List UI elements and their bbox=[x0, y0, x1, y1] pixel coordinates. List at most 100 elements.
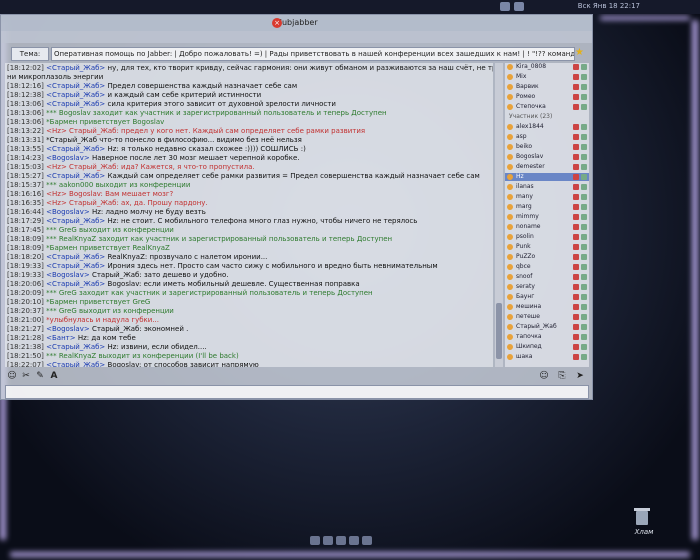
dock-icon[interactable] bbox=[362, 536, 372, 545]
roster-item[interactable]: beiko bbox=[505, 143, 589, 151]
nickname[interactable]: *** bbox=[46, 352, 59, 360]
user-avatar-icon bbox=[507, 144, 513, 150]
roster-item[interactable]: PuZZo bbox=[505, 253, 589, 261]
roster-item[interactable]: шака bbox=[505, 353, 589, 361]
timestamp: [18:21:00] bbox=[7, 316, 47, 324]
client-icon bbox=[581, 84, 587, 90]
applet-icon[interactable] bbox=[500, 2, 510, 11]
nickname[interactable]: <Hz> bbox=[46, 127, 69, 135]
nickname[interactable]: <Старый_Жаб> bbox=[46, 91, 107, 99]
roster-item[interactable]: петеше bbox=[505, 313, 589, 321]
roster-item[interactable]: asp bbox=[505, 133, 589, 141]
nickname[interactable]: <Старый_Жаб> bbox=[46, 82, 107, 90]
timestamp: [18:17:45] bbox=[7, 226, 47, 234]
clock[interactable]: Вск Янв 18 22:17 bbox=[578, 2, 640, 10]
roster-item[interactable]: Kira_0808 bbox=[505, 63, 589, 71]
roster-item[interactable]: psolin bbox=[505, 233, 589, 241]
status-icon bbox=[573, 344, 579, 350]
attach-icon[interactable]: ⎘ bbox=[557, 371, 567, 381]
roster-name: Баунг bbox=[516, 293, 535, 300]
send-icon[interactable]: ➤ bbox=[575, 371, 585, 381]
star-icon[interactable]: ★ bbox=[575, 47, 584, 58]
roster-item[interactable]: marg bbox=[505, 203, 589, 211]
topic-field[interactable]: Оперативная помощь по Jabber: | Добро по… bbox=[51, 47, 575, 61]
nickname[interactable]: <Старый_Жаб> bbox=[46, 262, 107, 270]
client-icon bbox=[581, 64, 587, 70]
roster-group-header[interactable]: Участник (23) bbox=[505, 113, 589, 121]
roster-item[interactable]: demester bbox=[505, 163, 589, 171]
nickname[interactable]: <Старый_Жаб> bbox=[46, 361, 107, 367]
dock-icon[interactable] bbox=[310, 536, 320, 545]
nickname[interactable]: <Hz> bbox=[46, 190, 69, 198]
roster-item[interactable]: snoof bbox=[505, 273, 589, 281]
user-avatar-icon bbox=[507, 354, 513, 360]
applet-icon[interactable] bbox=[514, 2, 524, 11]
nickname[interactable]: <Старый_Жаб> bbox=[46, 253, 107, 261]
roster-item[interactable]: Bogoslav bbox=[505, 153, 589, 161]
nickname[interactable]: <Старый_Жаб> bbox=[46, 343, 107, 351]
window-titlebar[interactable]: clubjabber × bbox=[1, 15, 592, 31]
nickname[interactable]: *** bbox=[46, 226, 59, 234]
dock-icon[interactable] bbox=[323, 536, 333, 545]
nickname[interactable]: *** bbox=[46, 109, 59, 117]
nickname[interactable]: *** bbox=[46, 289, 59, 297]
nickname[interactable]: <Bogoslav> bbox=[46, 154, 92, 162]
roster-item[interactable]: Степочка bbox=[505, 103, 589, 111]
nickname[interactable]: <Старый_Жаб> bbox=[46, 172, 107, 180]
smiley-icon[interactable]: ☺ bbox=[7, 371, 17, 381]
nickname[interactable]: <Bogoslav> bbox=[46, 325, 92, 333]
nickname[interactable]: <Hz> bbox=[46, 163, 69, 171]
roster-item[interactable]: мешина bbox=[505, 303, 589, 311]
roster-item[interactable]: тапочка bbox=[505, 333, 589, 341]
chat-log[interactable]: [18:12:02] <Старый_Жаб> ну, для тех, кто… bbox=[5, 63, 493, 367]
nickname[interactable]: <Bogoslav> bbox=[46, 208, 92, 216]
chat-scrollbar[interactable] bbox=[495, 63, 503, 367]
message-text: Старый_Жаб: ах, да. Прошу пардону. bbox=[69, 199, 208, 207]
roster-item[interactable]: Punk bbox=[505, 243, 589, 251]
topic-button[interactable]: Тема: bbox=[11, 47, 49, 61]
roster-item[interactable]: many bbox=[505, 193, 589, 201]
nickname[interactable]: <Старый_Жаб> bbox=[46, 145, 107, 153]
timestamp: [18:21:50] bbox=[7, 352, 47, 360]
nickname[interactable]: <Bogoslav> bbox=[46, 271, 92, 279]
roster-item[interactable]: Ромео bbox=[505, 93, 589, 101]
nickname[interactable]: *** bbox=[46, 307, 59, 315]
nickname[interactable]: *** bbox=[46, 181, 59, 189]
roster-item[interactable]: alex1844 bbox=[505, 123, 589, 131]
roster-item[interactable]: qbce bbox=[505, 263, 589, 271]
dock-icon[interactable] bbox=[336, 536, 346, 545]
font-icon[interactable]: A bbox=[49, 371, 59, 381]
nickname[interactable]: <Старый_Жаб> bbox=[46, 217, 107, 225]
emoticon-menu-icon[interactable]: ☺ bbox=[539, 371, 549, 381]
roster-item[interactable]: Старый_Жаб bbox=[505, 323, 589, 331]
nickname[interactable]: *** bbox=[46, 235, 59, 243]
user-avatar-icon bbox=[507, 104, 513, 110]
client-icon bbox=[581, 184, 587, 190]
roster-item[interactable]: Mix bbox=[505, 73, 589, 81]
nickname[interactable]: <Бант> bbox=[46, 334, 78, 342]
message-input[interactable] bbox=[5, 385, 589, 399]
roster-item[interactable]: seraty bbox=[505, 283, 589, 291]
scroll-thumb[interactable] bbox=[496, 303, 502, 359]
roster-item[interactable]: mimmy bbox=[505, 213, 589, 221]
roster-item[interactable]: Hz bbox=[505, 173, 589, 181]
close-icon[interactable]: × bbox=[272, 18, 282, 28]
trash-icon[interactable] bbox=[634, 507, 650, 527]
dock-icon[interactable] bbox=[349, 536, 359, 545]
roster-item[interactable]: Баунг bbox=[505, 293, 589, 301]
timestamp: [18:13:06] bbox=[7, 100, 47, 108]
roster-item[interactable]: ilanas bbox=[505, 183, 589, 191]
roster-item[interactable]: noname bbox=[505, 223, 589, 231]
roster-item[interactable]: Варвик bbox=[505, 83, 589, 91]
timestamp: [18:20:10] bbox=[7, 298, 47, 306]
participant-list[interactable]: Kira_0808 Mix Варвик Ромео Степочка Участник … bbox=[505, 63, 589, 367]
pencil-icon[interactable]: ✎ bbox=[35, 371, 45, 381]
nickname[interactable]: <Старый_Жаб> bbox=[46, 64, 107, 72]
nickname[interactable]: <Старый_Жаб> bbox=[46, 100, 107, 108]
status-icon bbox=[573, 334, 579, 340]
nickname[interactable]: <Старый_Жаб> bbox=[46, 280, 107, 288]
scissors-icon[interactable]: ✂ bbox=[21, 371, 31, 381]
timestamp: [18:16:35] bbox=[7, 199, 47, 207]
nickname[interactable]: <Hz> bbox=[46, 199, 69, 207]
roster-item[interactable]: Шкипед bbox=[505, 343, 589, 351]
